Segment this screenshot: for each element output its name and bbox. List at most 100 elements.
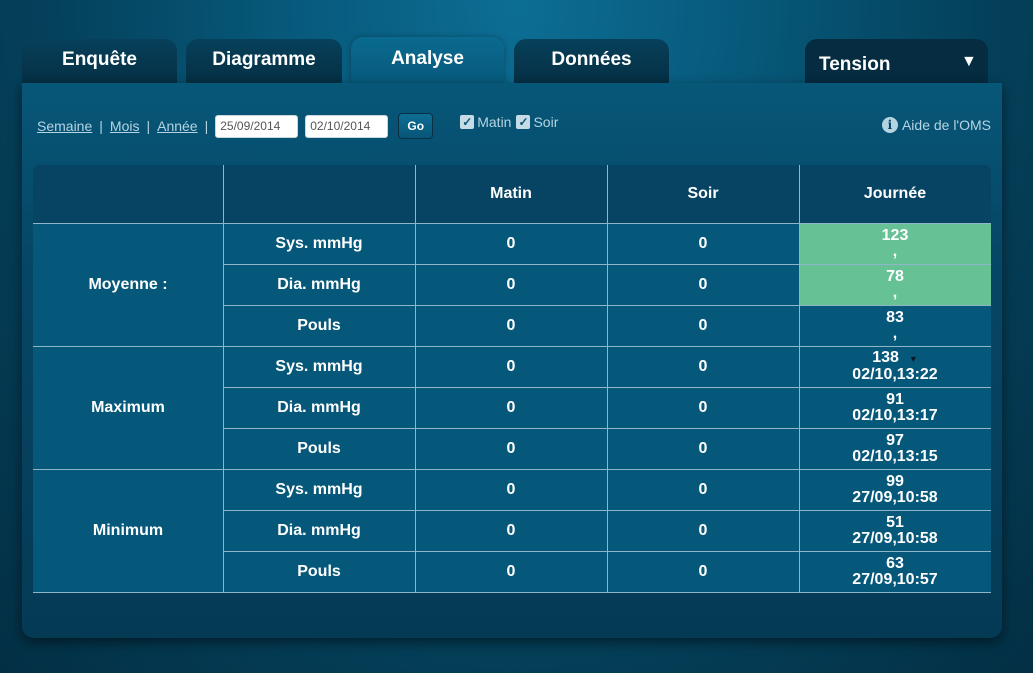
journee-value: 51 27/09,10:58: [799, 510, 991, 551]
group-label-minimum: Minimum: [92, 521, 164, 539]
day-sub: 27/09,10:58: [852, 529, 938, 547]
soir-value: 0: [698, 398, 708, 416]
month-link[interactable]: Mois: [110, 118, 140, 134]
date-range-toolbar: Semaine | Mois | Année | Go ✓ Matin ✓ So…: [37, 113, 563, 139]
matin-value: 0: [506, 562, 516, 580]
metric-label: Dia. mmHg: [277, 398, 361, 416]
oms-help-label: Aide de l'OMS: [901, 117, 991, 133]
journee-value: 63 27/09,10:57: [799, 551, 991, 592]
grid-line: [223, 305, 991, 306]
soir-value: 0: [698, 357, 708, 375]
grid-line: [223, 165, 224, 593]
matin-value: 0: [506, 234, 516, 252]
separator: |: [204, 118, 209, 134]
week-link[interactable]: Semaine: [37, 118, 92, 134]
grid-line: [33, 592, 991, 593]
go-button[interactable]: Go: [398, 113, 434, 139]
info-icon: i: [881, 117, 898, 133]
grid-line: [33, 223, 991, 224]
column-header-soir: Soir: [687, 185, 719, 202]
journee-value: 83 ,: [799, 305, 991, 346]
soir-value: 0: [698, 316, 708, 334]
grid-line: [223, 387, 991, 388]
day-sub: 02/10,13:15: [852, 447, 938, 465]
journee-value: 123 ,: [799, 223, 991, 264]
journee-value: 91 02/10,13:17: [799, 387, 991, 428]
analysis-panel: Semaine | Mois | Année | Go ✓ Matin ✓ So…: [22, 83, 1002, 638]
oms-help-link[interactable]: i Aide de l'OMS: [881, 117, 991, 133]
matin-value: 0: [506, 480, 516, 498]
separator: |: [146, 118, 151, 134]
metric-label: Pouls: [297, 316, 341, 334]
metric-label: Sys. mmHg: [275, 357, 363, 375]
evening-checkbox-label: Soir: [533, 114, 559, 130]
tab-enquete[interactable]: Enquête: [22, 39, 177, 84]
soir-value: 0: [698, 562, 708, 580]
day-value-row: 138 ▼: [872, 350, 918, 367]
soir-value: 0: [698, 521, 708, 539]
matin-value: 0: [506, 316, 516, 334]
year-link[interactable]: Année: [157, 118, 197, 134]
tab-diagramme[interactable]: Diagramme: [186, 39, 342, 84]
matin-value: 0: [506, 398, 516, 416]
separator: |: [99, 118, 103, 134]
analysis-table: Matin Soir Journée Moyenne : Maximum Min…: [33, 165, 991, 593]
journee-value: 78 ,: [799, 264, 991, 305]
journee-value: 138 ▼ 02/10,13:22: [799, 346, 991, 387]
morning-checkbox[interactable]: ✓ Matin: [460, 114, 511, 130]
metric-label: Pouls: [297, 562, 341, 580]
group-label-maximum: Maximum: [91, 398, 165, 416]
day-value: 99: [886, 472, 904, 490]
measure-type-select[interactable]: Tension ▼: [805, 39, 988, 84]
morning-checkbox-label: Matin: [477, 114, 512, 130]
metric-label: Sys. mmHg: [275, 480, 363, 498]
day-sub: 02/10,13:22: [852, 366, 938, 383]
column-header-matin: Matin: [490, 185, 532, 202]
day-value: 91: [886, 390, 904, 408]
checkmark-icon: ✓: [516, 115, 531, 129]
day-value: 63: [886, 554, 904, 572]
tab-analyse[interactable]: Analyse: [351, 37, 504, 84]
measure-type-value: Tension: [819, 54, 891, 75]
soir-value: 0: [698, 439, 708, 457]
date-from-input[interactable]: [215, 114, 299, 138]
date-to-input[interactable]: [305, 114, 389, 138]
grid-line: [415, 165, 416, 593]
tab-bar: Enquête Diagramme Analyse Données Tensio…: [22, 37, 1012, 84]
tab-donnees[interactable]: Données: [514, 39, 669, 84]
soir-value: 0: [698, 234, 708, 252]
day-value: 138: [872, 349, 899, 366]
triangle-down-icon: ▼: [961, 53, 977, 70]
day-value: 51: [886, 513, 904, 531]
metric-label: Dia. mmHg: [277, 275, 361, 293]
grid-line: [223, 264, 991, 265]
day-value: 123: [881, 226, 909, 244]
grid-line: [223, 428, 991, 429]
caret-down-icon[interactable]: ▼: [909, 354, 918, 364]
evening-checkbox[interactable]: ✓ Soir: [516, 114, 558, 130]
journee-value: 97 02/10,13:15: [799, 428, 991, 469]
day-sub: 02/10,13:17: [852, 406, 938, 424]
grid-line: [33, 469, 991, 470]
day-value: 97: [886, 431, 904, 449]
journee-value: 99 27/09,10:58: [799, 469, 991, 510]
matin-value: 0: [506, 439, 516, 457]
soir-value: 0: [698, 480, 708, 498]
day-sub: ,: [892, 242, 898, 260]
metric-label: Pouls: [297, 439, 341, 457]
soir-value: 0: [698, 275, 708, 293]
grid-line: [223, 510, 991, 511]
day-sub: ,: [892, 283, 898, 301]
grid-line: [33, 346, 991, 347]
grid-line: [607, 165, 608, 593]
matin-value: 0: [506, 521, 516, 539]
day-sub: 27/09,10:58: [852, 488, 938, 506]
group-label-moyenne: Moyenne :: [88, 275, 168, 293]
day-value: 78: [886, 267, 904, 285]
grid-line: [223, 551, 991, 552]
day-sub: ,: [892, 324, 898, 342]
matin-value: 0: [506, 357, 516, 375]
metric-label: Dia. mmHg: [277, 521, 361, 539]
column-header-journee: Journée: [863, 185, 927, 202]
day-value: 83: [886, 308, 904, 326]
